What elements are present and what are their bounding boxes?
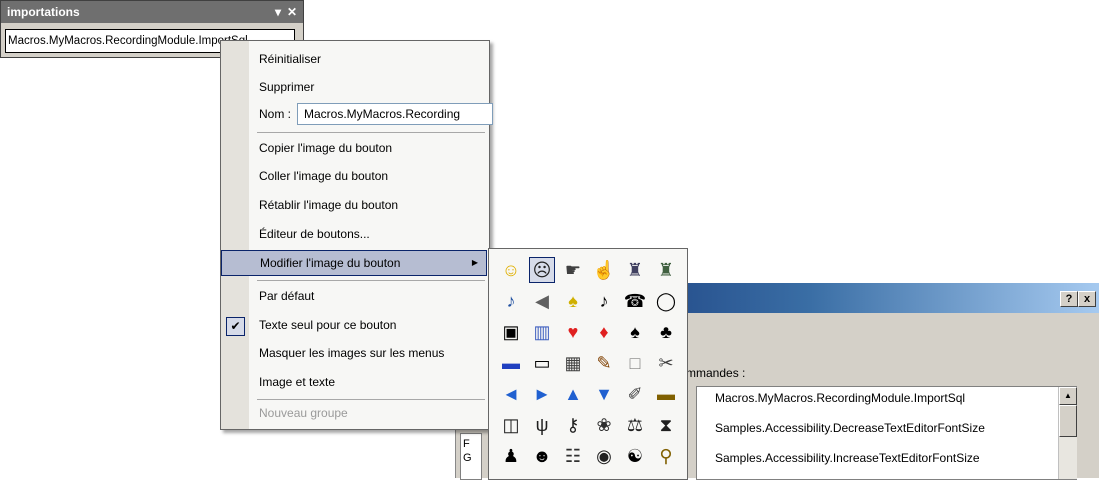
speaker-icon[interactable]: ◀ [529, 288, 555, 314]
menu-item-copy-image[interactable]: Copier l'image du bouton [251, 136, 485, 160]
menu-item-button-editor[interactable]: Éditeur de boutons... [251, 222, 485, 246]
guitar-icon[interactable]: ♪ [498, 288, 524, 314]
antenna-icon[interactable]: ψ [529, 412, 555, 438]
menu-item-default-style[interactable]: Par défaut [251, 284, 485, 308]
command-item[interactable]: Samples.Accessibility.IncreaseTextEditor… [715, 451, 980, 465]
button-image-palette: ☺ ☹ ☛ ☝ ♜ ♜ ♪ ◀ ♠ ♪ ☎ ◯ ▣ ▥ ♥ ♦ ♠ ♣ ▬ ▭ ▦ ✎ □ ✂ ◄ ► ▲ ▼ ✐ ▬ ◫ ψ ⚷ ❀ ⚖ ⧗ ♟ ☻ ☷ ◉… [488, 248, 688, 480]
menu-item-change-image-label: Modifier l'image du bouton [260, 256, 401, 270]
menu-separator [257, 280, 485, 281]
person-icon[interactable]: ♟ [498, 443, 524, 469]
menu-separator [257, 399, 485, 400]
bell-icon[interactable]: ♠ [560, 288, 586, 314]
commands-list[interactable]: Macros.MyMacros.RecordingModule.ImportSq… [696, 386, 1077, 480]
menu-item-reset[interactable]: Réinitialiser [251, 47, 485, 71]
diamond-icon[interactable]: ♦ [591, 319, 617, 345]
brain-icon[interactable]: ❀ [591, 412, 617, 438]
help-button[interactable]: ? [1060, 291, 1078, 307]
pointing-up-hand-icon[interactable]: ☝ [591, 257, 617, 283]
hourglass-icon[interactable]: ⧗ [653, 412, 679, 438]
checkmark-icon: ✔ [226, 317, 245, 336]
name-field[interactable]: Macros.MyMacros.Recording [297, 103, 493, 125]
button-context-menu: Réinitialiser Supprimer Nom : Macros.MyM… [220, 40, 493, 430]
pushpin-icon[interactable]: ✐ [622, 381, 648, 407]
pointing-hand-icon[interactable]: ☛ [560, 257, 586, 283]
command-item[interactable]: Samples.Accessibility.DecreaseTextEditor… [715, 421, 985, 435]
arrow-right-icon[interactable]: ► [529, 381, 555, 407]
heart-icon[interactable]: ♥ [560, 319, 586, 345]
keyhole-icon[interactable]: ⚲ [653, 443, 679, 469]
scroll-thumb[interactable] [1059, 405, 1077, 437]
arrow-left-icon[interactable]: ◄ [498, 381, 524, 407]
bin-icon[interactable]: ▦ [560, 350, 586, 376]
music-note-icon[interactable]: ♪ [591, 288, 617, 314]
arrow-up-icon[interactable]: ▲ [560, 381, 586, 407]
toolbar-options-icon[interactable]: ▾ [275, 1, 281, 23]
arrow-down-icon[interactable]: ▼ [591, 381, 617, 407]
scissors-icon[interactable]: ✂ [653, 350, 679, 376]
figures-icon[interactable]: ☷ [560, 443, 586, 469]
spade-icon[interactable]: ♠ [622, 319, 648, 345]
trash-can-icon[interactable]: ▥ [529, 319, 555, 345]
frowny-icon[interactable]: ☹ [529, 257, 555, 283]
menu-item-restore-image[interactable]: Rétablir l'image du bouton [251, 193, 485, 217]
menu-item-text-only[interactable]: Texte seul pour ce bouton [251, 313, 485, 337]
menu-item-delete[interactable]: Supprimer [251, 75, 485, 99]
speech-bubble-icon[interactable]: ◯ [653, 288, 679, 314]
eye-icon[interactable]: ◉ [591, 443, 617, 469]
menu-item-change-image[interactable]: Modifier l'image du bouton ▶ [221, 250, 487, 276]
book-icon[interactable]: ◫ [498, 412, 524, 438]
telephone-icon[interactable]: ☎ [622, 288, 648, 314]
category-item[interactable]: F [463, 438, 470, 450]
commands-scrollbar[interactable]: ▲ [1058, 387, 1077, 479]
command-item[interactable]: Macros.MyMacros.RecordingModule.ImportSq… [715, 391, 965, 405]
camera-icon[interactable]: ▣ [498, 319, 524, 345]
menu-item-hide-images[interactable]: Masquer les images sur les menus [251, 341, 485, 365]
menu-item-new-group: Nouveau groupe [259, 406, 348, 420]
key-icon[interactable]: ⚷ [560, 412, 586, 438]
scroll-up-button[interactable]: ▲ [1059, 387, 1077, 405]
head-silhouette-icon[interactable]: ☻ [529, 443, 555, 469]
close-button[interactable]: x [1078, 291, 1096, 307]
toolbar-close-icon[interactable]: ✕ [287, 1, 297, 23]
mug-icon[interactable]: ▬ [498, 350, 524, 376]
menu-gutter [221, 41, 249, 429]
toolbar-title[interactable]: importations ▾ ✕ [1, 1, 303, 23]
tape-icon[interactable]: ▬ [653, 381, 679, 407]
category-item[interactable]: G [463, 452, 472, 464]
club-icon[interactable]: ♣ [653, 319, 679, 345]
factory-icon[interactable]: ♜ [622, 257, 648, 283]
menu-item-image-and-text[interactable]: Image et texte [251, 370, 485, 394]
categories-list[interactable]: F G [460, 433, 482, 480]
yin-yang-icon[interactable]: ☯ [622, 443, 648, 469]
commands-label: mmandes : [686, 366, 746, 380]
menu-separator [257, 132, 485, 133]
pencil-icon[interactable]: ✎ [591, 350, 617, 376]
scales-icon[interactable]: ⚖ [622, 412, 648, 438]
factory-alt-icon[interactable]: ♜ [653, 257, 679, 283]
menu-item-paste-image[interactable]: Coller l'image du bouton [251, 164, 485, 188]
name-label: Nom : [259, 107, 292, 121]
smiley-icon[interactable]: ☺ [498, 257, 524, 283]
video-camera-icon[interactable]: ▭ [529, 350, 555, 376]
toolbar-title-text: importations [7, 5, 80, 19]
submenu-arrow-icon: ▶ [471, 258, 478, 267]
blank-square-icon[interactable]: □ [622, 350, 648, 376]
